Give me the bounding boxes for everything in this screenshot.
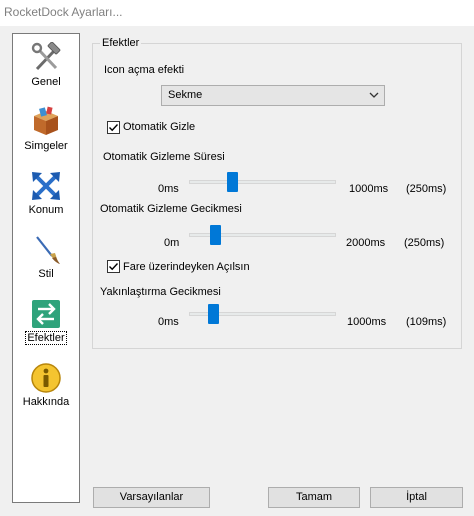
icon-open-effect-label: Icon açma efekti [104, 64, 185, 76]
icon-open-effect-value: Sekme [168, 89, 203, 101]
zoom-delay-min: 0ms [158, 316, 179, 328]
hide-duration-min: 0ms [158, 183, 179, 195]
auto-hide-label: Otomatik Gizle [123, 121, 196, 133]
effects-group-title: Efektler [100, 37, 142, 49]
hide-delay-value: (250ms) [404, 237, 445, 249]
ok-button[interactable]: Tamam [268, 487, 360, 508]
zoom-delay-label: Yakınlaştırma Gecikmesi [100, 286, 221, 298]
zoom-delay-value: (109ms) [406, 316, 447, 328]
hide-delay-max: 2000ms [346, 237, 386, 249]
hide-duration-value: (250ms) [406, 183, 447, 195]
sidebar-item-label: Stil [38, 268, 54, 280]
hide-delay-thumb[interactable] [210, 225, 221, 245]
swap-arrows-icon [32, 300, 60, 328]
sidebar-item-label: Simgeler [24, 140, 68, 152]
window-title: RocketDock Ayarları... [4, 5, 123, 19]
hide-delay-min: 0m [164, 237, 180, 249]
open-on-hover-label: Fare üzerindeyken Açılsın [123, 261, 250, 273]
sidebar-item-label: Efektler [25, 331, 67, 345]
auto-hide-checkbox[interactable] [107, 121, 120, 134]
title-bar: RocketDock Ayarları... [0, 0, 474, 26]
sidebar-item-genel[interactable]: Genel [13, 38, 79, 98]
sidebar-item-label: Genel [31, 76, 61, 88]
box-icon [34, 106, 58, 135]
hide-duration-track[interactable] [189, 180, 336, 184]
sidebar-item-konum[interactable]: Konum [13, 166, 79, 226]
settings-sidebar: Genel Simgeler Konum Stil Efektler Hakkı… [12, 33, 80, 503]
chevron-down-icon [369, 92, 379, 98]
checkmark-icon [109, 124, 119, 132]
hide-duration-label: Otomatik Gizleme Süresi [103, 151, 225, 163]
info-icon [31, 363, 61, 393]
zoom-delay-max: 1000ms [347, 316, 387, 328]
open-on-hover-checkbox[interactable] [107, 260, 120, 273]
sidebar-item-label: Konum [28, 204, 64, 216]
defaults-button[interactable]: Varsayılanlar [93, 487, 210, 508]
zoom-delay-thumb[interactable] [208, 304, 219, 324]
sidebar-item-efektler[interactable]: Efektler [13, 294, 79, 354]
hide-delay-label: Otomatik Gizleme Gecikmesi [100, 203, 242, 215]
hide-duration-thumb[interactable] [227, 172, 238, 192]
cancel-button[interactable]: İptal [370, 487, 463, 508]
sidebar-item-label: Hakkında [22, 396, 70, 408]
tools-icon [31, 42, 61, 71]
brush-icon [36, 236, 60, 264]
position-arrows-icon [32, 172, 60, 200]
sidebar-item-hakkinda[interactable]: Hakkında [13, 358, 79, 418]
hide-duration-max: 1000ms [349, 183, 389, 195]
checkmark-icon [109, 263, 119, 271]
sidebar-item-stil[interactable]: Stil [13, 230, 79, 290]
sidebar-item-simgeler[interactable]: Simgeler [13, 102, 79, 162]
icon-open-effect-dropdown[interactable]: Sekme [161, 85, 385, 106]
